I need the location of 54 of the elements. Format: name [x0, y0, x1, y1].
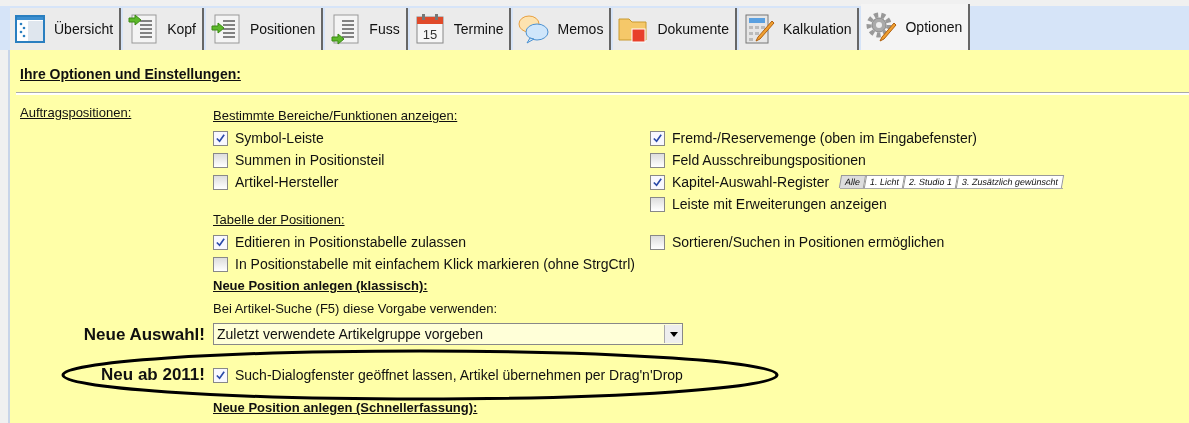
table-view-icon: [14, 13, 46, 45]
gear-pencil-icon: [865, 11, 898, 43]
tab[interactable]: Fuss: [325, 8, 408, 50]
hint-text: Bei Artikel-Suche (F5) diese Vorgabe verwenden:: [213, 300, 498, 318]
chapter-tab[interactable]: Alle: [839, 175, 867, 188]
checkbox[interactable]: [213, 130, 228, 146]
speech-bubbles-icon: [517, 13, 550, 45]
dropdown[interactable]: Zuletzt verwendete Artikelgruppe vorgeben: [213, 323, 683, 345]
checkbox[interactable]: [650, 130, 665, 146]
tab[interactable]: Positionen: [205, 8, 324, 50]
checkbox[interactable]: [650, 174, 665, 190]
checkbox[interactable]: [213, 152, 228, 168]
checkbox[interactable]: [213, 256, 228, 272]
document-arrow-icon: [209, 13, 242, 45]
checkbox-label: Symbol-Leiste: [235, 130, 324, 146]
calculator-pencil-icon: [743, 13, 775, 45]
checkbox[interactable]: [650, 196, 665, 212]
tab[interactable]: 15 Termine: [409, 8, 512, 50]
chapter-tab[interactable]: 2. Studio 1: [903, 175, 959, 188]
checkbox-label: Artikel-Hersteller: [235, 174, 339, 190]
checkbox[interactable]: [213, 367, 228, 383]
tab[interactable]: Übersicht: [10, 8, 122, 50]
checkbox-label: Leiste mit Erweiterungen anzeigen: [672, 196, 887, 212]
checkbox-label: In Positionstabelle mit einfachem Klick markieren (ohne StrgCtrl): [235, 256, 635, 272]
checkbox-label: Such-Dialogfenster geöffnet lassen, Artikel übernehmen per Drag'n'Drop: [235, 367, 683, 383]
tab[interactable]: Kalkulation: [739, 8, 860, 50]
checkbox[interactable]: [650, 234, 665, 250]
chapter-tab[interactable]: 1. Licht: [864, 175, 906, 188]
checkbox[interactable]: [213, 234, 228, 250]
group-title: Tabelle der Positionen:: [213, 211, 346, 229]
checkbox-label: Feld Ausschreibungspositionen: [672, 152, 866, 168]
checkbox-label: Sortieren/Suchen in Positionen ermöglichen: [672, 234, 945, 250]
tab[interactable]: Kopf: [123, 8, 204, 50]
checkbox[interactable]: [650, 152, 665, 168]
checkbox-label: Summen in Positionsteil: [235, 152, 385, 168]
chapter-tab[interactable]: 3. Zusätzlich gewünscht: [956, 175, 1065, 188]
callout-text: Neue Auswahl!: [82, 325, 206, 345]
tab[interactable]: Dokumente: [613, 8, 737, 50]
checkbox-label: Editieren in Positionstabelle zulassen: [235, 234, 467, 250]
callout-text: Neu ab 2011!: [100, 365, 206, 385]
checkbox[interactable]: [213, 174, 228, 190]
panel-heading: Ihre Optionen und Einstellungen:: [20, 65, 242, 84]
group-title: Neue Position anlegen (Schnellerfassung):: [213, 399, 479, 417]
document-arrow-icon: [329, 13, 362, 45]
checkbox-label: Fremd-/Reservemenge (oben im Eingabefenster): [672, 130, 978, 146]
caret-icon: [669, 331, 678, 337]
group-title: Neue Position anlegen (klassisch):: [213, 277, 429, 295]
tab[interactable]: Memos: [513, 8, 612, 50]
document-arrow-icon: [127, 13, 160, 45]
calendar-icon: 15: [413, 13, 446, 45]
section-label: Auftragspositionen:: [20, 105, 133, 122]
checkbox-label: Kapitel-Auswahl-Register: [672, 174, 830, 190]
group-title: Bestimmte Bereiche/Funktionen anzeigen:: [213, 107, 459, 125]
tab[interactable]: Optionen: [861, 4, 971, 50]
